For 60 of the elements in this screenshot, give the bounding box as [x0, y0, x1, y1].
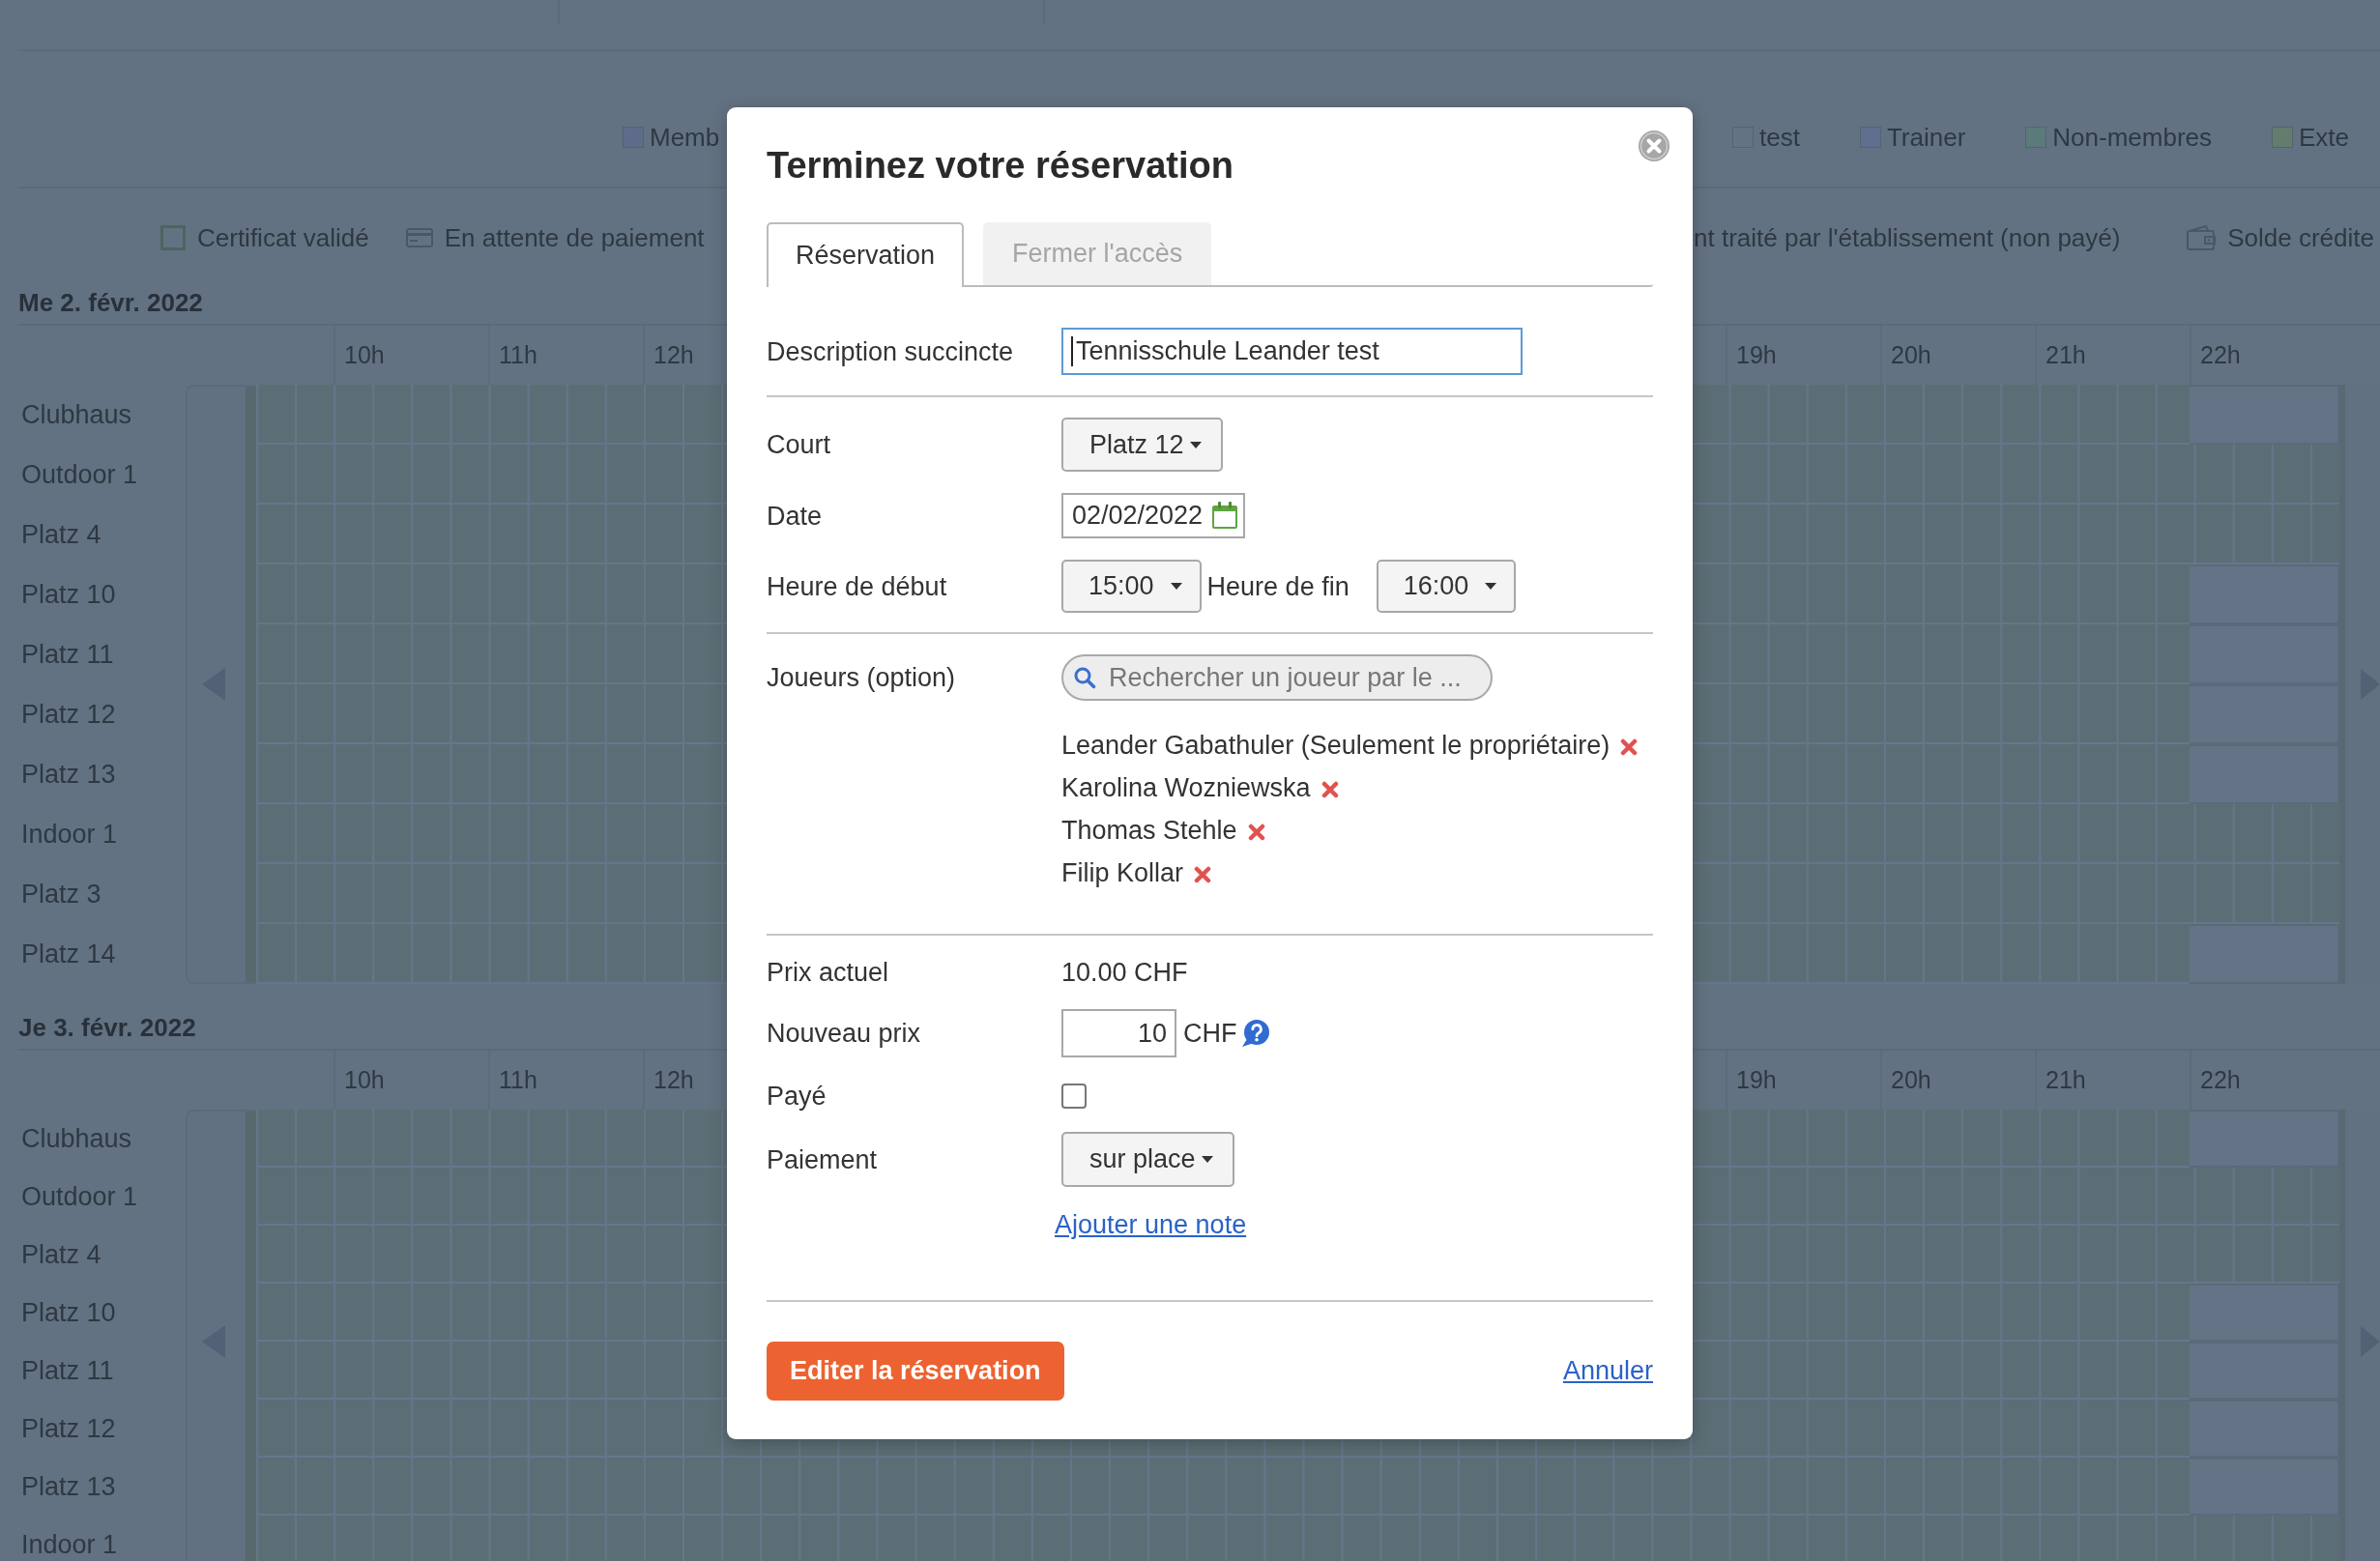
- field-label: Date: [767, 501, 824, 531]
- field-label: Description succincte: [767, 336, 1015, 366]
- hour-label: 21h: [2046, 1066, 2086, 1093]
- field-label: Payé: [767, 1082, 827, 1111]
- dialog-title: Terminez votre réservation: [767, 144, 1234, 188]
- field-label: Heure de début: [767, 571, 948, 601]
- court-label: Outdoor 1: [21, 460, 138, 489]
- player-name: Karolina Wozniewska: [1061, 772, 1311, 803]
- hour-label: 22h: [2200, 1066, 2241, 1093]
- court-label: Indoor 1: [21, 820, 118, 849]
- court-label: Clubhaus: [21, 1124, 132, 1153]
- court-label: Platz 10: [21, 580, 116, 609]
- legend-label: Memb: [650, 123, 720, 152]
- currency-label: CHF: [1183, 1018, 1237, 1049]
- player-name: Leander Gabathuler (Seulement le propriétaire): [1061, 730, 1611, 761]
- field-label: Nouveau prix: [767, 1019, 922, 1048]
- legend-label: Non-membres: [2052, 123, 2213, 152]
- court-label: Platz 3: [21, 880, 102, 909]
- hour-label: 21h: [2046, 341, 2086, 368]
- hour-label: 20h: [1891, 341, 1931, 368]
- field-label: Paiement: [767, 1144, 879, 1174]
- court-label: Clubhaus: [21, 400, 132, 429]
- hour-label: 12h: [653, 341, 694, 368]
- hour-label: 19h: [1736, 341, 1777, 368]
- hour-label: 10h: [344, 341, 385, 368]
- hour-label: 12h: [653, 1066, 694, 1093]
- hour-label: 10h: [344, 1066, 385, 1093]
- player-name: Filip Kollar: [1061, 857, 1184, 888]
- court-label: Platz 11: [21, 640, 114, 669]
- date-heading: Me 2. févr. 2022: [18, 288, 203, 317]
- court-label: Platz 13: [21, 760, 116, 789]
- court-label: Platz 12: [21, 1414, 116, 1443]
- legend-label: En attente de paiement: [444, 223, 705, 252]
- court-label: Platz 12: [21, 700, 116, 729]
- legend-label: Trainer: [1886, 123, 1966, 152]
- court-label: Indoor 1: [21, 1530, 118, 1559]
- court-label: Outdoor 1: [21, 1182, 138, 1211]
- hour-label: 11h: [499, 341, 537, 368]
- hour-label: 20h: [1891, 1066, 1931, 1093]
- court-label: Platz 14: [21, 939, 116, 968]
- court-label: Platz 11: [21, 1356, 114, 1385]
- legend-label: Exte: [2299, 123, 2350, 152]
- hour-label: 11h: [499, 1066, 537, 1093]
- legend-label: Solde crédite: [2227, 223, 2374, 252]
- price-value: 10.00 CHF: [1061, 957, 1188, 988]
- hour-label: 19h: [1736, 1066, 1777, 1093]
- player-name: Thomas Stehle: [1061, 815, 1237, 846]
- field-label: Joueurs (option): [767, 662, 957, 694]
- field-label: Heure de fin: [1206, 571, 1350, 601]
- legend-label: Certificat validé: [197, 223, 369, 252]
- date-heading: Je 3. févr. 2022: [18, 1013, 196, 1042]
- court-label: Platz 4: [21, 1240, 102, 1269]
- field-label: Prix actuel: [767, 958, 890, 987]
- court-label: Platz 4: [21, 520, 102, 549]
- court-label: Platz 13: [21, 1472, 116, 1501]
- legend-label: test: [1759, 123, 1800, 152]
- court-label: Platz 10: [21, 1298, 116, 1327]
- field-label: Court: [767, 430, 832, 459]
- legend-label: nt traité par l'établissement (non payé): [1694, 223, 2121, 252]
- hour-label: 22h: [2200, 341, 2241, 368]
